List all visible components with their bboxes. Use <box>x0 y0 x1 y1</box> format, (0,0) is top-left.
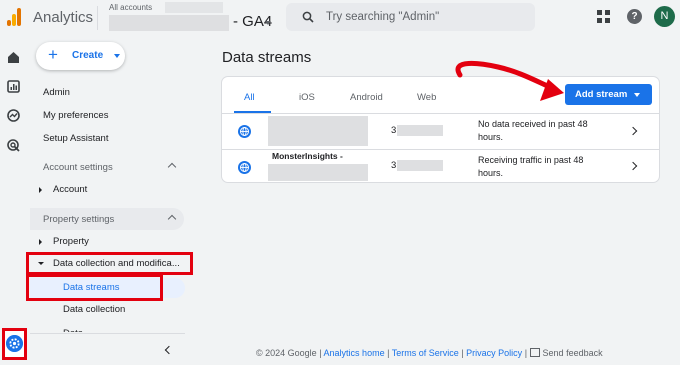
admin-nav-panel: + Create Admin My preferences Setup Assi… <box>26 36 195 365</box>
expand-arrow-icon[interactable] <box>39 187 42 193</box>
stream-id-redacted <box>397 125 443 136</box>
stream-name-redacted <box>268 116 368 146</box>
advertising-icon[interactable] <box>6 138 21 153</box>
account-settings-section[interactable]: Account settings <box>30 156 184 178</box>
stream-row[interactable]: MonsterInsights - 3 Receiving traffic in… <box>222 150 659 185</box>
stream-id: 3 <box>391 160 397 171</box>
feedback-icon <box>529 348 540 357</box>
chevron-down-icon <box>634 93 640 97</box>
nav-divider <box>30 333 185 334</box>
send-feedback-link[interactable]: Send feedback <box>543 348 603 358</box>
create-button-label: Create <box>72 50 104 61</box>
property-name-redacted[interactable] <box>109 15 229 31</box>
property-settings-label: Property settings <box>43 214 115 225</box>
nav-item-setup-assistant[interactable]: Setup Assistant <box>43 133 108 144</box>
stream-name-redacted <box>268 164 368 181</box>
nav-item-truncated: Data <box>63 328 85 332</box>
nav-item-property[interactable]: Property <box>53 236 89 247</box>
stream-status: Receiving traffic in past 48 hours. <box>478 155 584 178</box>
globe-icon <box>238 161 251 174</box>
stream-name: MonsterInsights - <box>272 151 343 161</box>
create-button[interactable]: + Create <box>36 42 125 70</box>
nav-item-my-preferences[interactable]: My preferences <box>43 110 108 121</box>
chevron-up-icon <box>167 214 177 224</box>
red-arrow-annotation <box>455 60 564 101</box>
app-title: Analytics <box>33 9 94 26</box>
tab-all[interactable]: All <box>244 92 255 103</box>
tab-web[interactable]: Web <box>417 92 436 103</box>
search-input[interactable] <box>326 8 526 26</box>
chevron-right-icon[interactable] <box>628 126 638 136</box>
stream-id-redacted <box>397 160 443 171</box>
footer: © 2024 Google | Analytics home | Terms o… <box>256 348 603 358</box>
search-icon <box>302 11 314 23</box>
header-divider <box>97 6 98 30</box>
property-settings-section[interactable]: Property settings <box>30 208 184 230</box>
apps-grid-icon[interactable] <box>597 10 610 23</box>
footer-link-terms[interactable]: Terms of Service <box>392 348 459 358</box>
admin-gear-highlight[interactable] <box>2 328 27 360</box>
expand-arrow-icon[interactable] <box>39 239 42 245</box>
nav-item-data-collection[interactable]: Data collection <box>63 304 125 315</box>
nav-item-admin[interactable]: Admin <box>43 87 70 98</box>
add-stream-button[interactable]: Add stream <box>565 84 652 105</box>
plus-icon: + <box>48 45 58 64</box>
avatar[interactable]: N <box>654 6 675 27</box>
chevron-up-icon <box>167 162 177 172</box>
nav-item-account[interactable]: Account <box>53 184 87 195</box>
chevron-right-icon[interactable] <box>628 161 638 171</box>
stream-status: No data received in past 48 hours. <box>478 119 588 142</box>
admin-gear-icon[interactable] <box>6 335 23 352</box>
help-icon[interactable]: ? <box>627 9 642 24</box>
globe-icon <box>238 125 251 138</box>
account-label[interactable]: All accounts <box>109 3 152 12</box>
tab-ios[interactable]: iOS <box>299 92 315 103</box>
add-stream-label: Add stream <box>575 89 628 100</box>
google-analytics-logo[interactable] <box>7 8 21 26</box>
nav-item-data-streams[interactable]: Data streams <box>63 282 120 293</box>
stream-row[interactable]: 3 No data received in past 48 hours. <box>222 114 659 149</box>
chevron-down-icon[interactable] <box>265 21 271 25</box>
chevron-down-icon <box>114 54 120 58</box>
reports-icon[interactable] <box>6 79 21 94</box>
top-bar: Analytics All accounts - GA4 ? N <box>0 0 680 36</box>
account-name-redacted <box>165 2 223 13</box>
stream-id: 3 <box>391 125 397 136</box>
home-icon[interactable] <box>6 50 21 65</box>
search-bar[interactable] <box>286 3 535 31</box>
footer-link-privacy[interactable]: Privacy Policy <box>466 348 522 358</box>
explore-icon[interactable] <box>6 108 21 123</box>
nav-item-data-collection-and-modification[interactable]: Data collection and modifica... <box>53 258 180 269</box>
page-title: Data streams <box>222 49 312 66</box>
footer-copyright: © 2024 Google <box>256 348 317 358</box>
account-settings-label: Account settings <box>43 162 113 173</box>
collapse-arrow-icon[interactable] <box>38 262 44 265</box>
tab-android[interactable]: Android <box>350 92 383 103</box>
chevron-left-icon[interactable] <box>164 345 174 355</box>
footer-link-analytics-home[interactable]: Analytics home <box>324 348 385 358</box>
